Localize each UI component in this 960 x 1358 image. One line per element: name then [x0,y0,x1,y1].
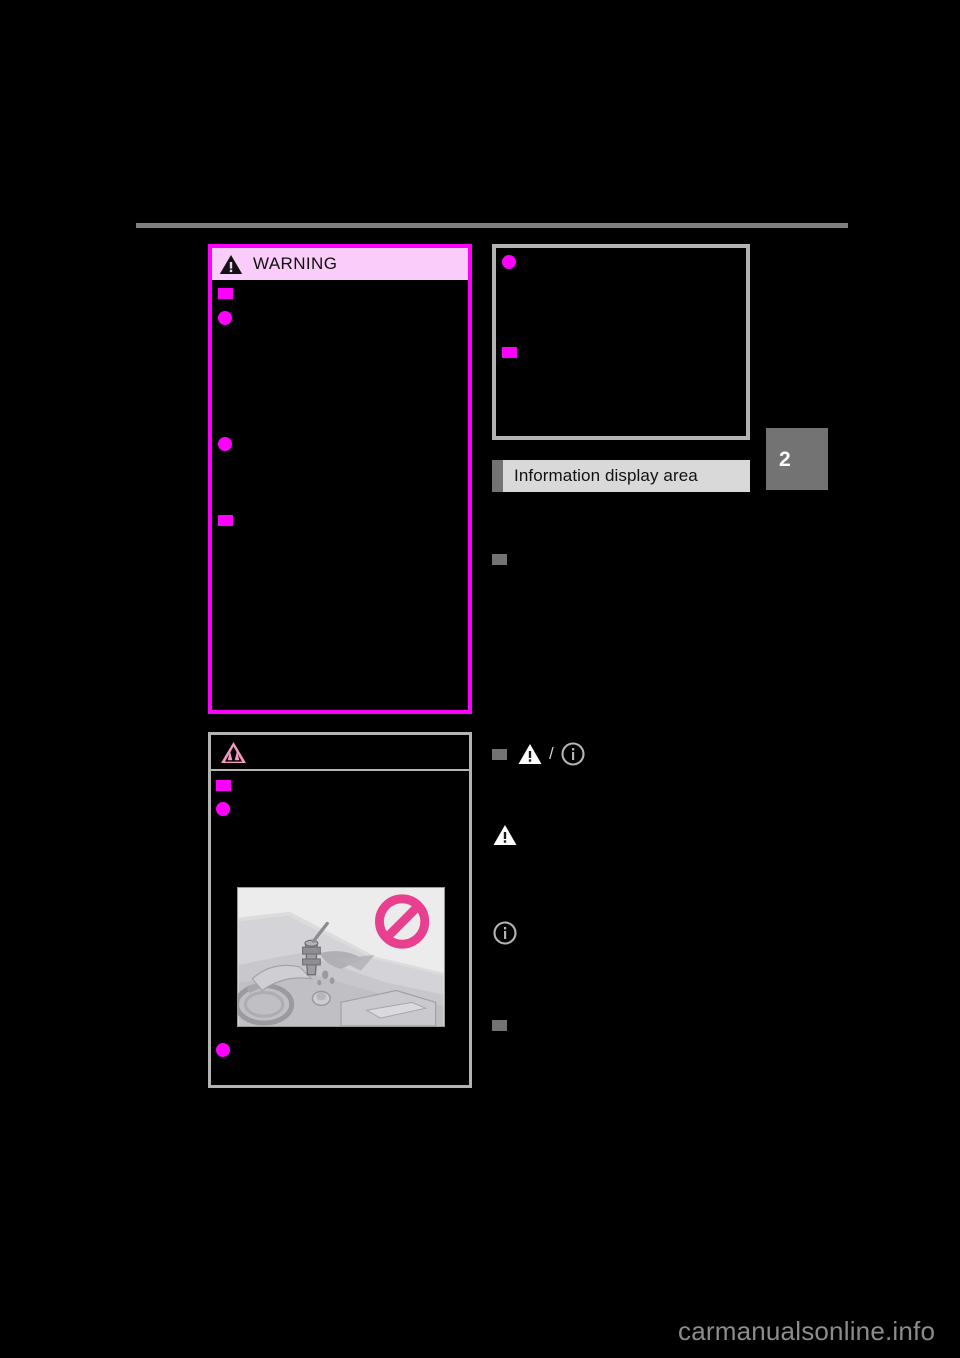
bullet-square-gray [492,748,507,760]
manual-page: WARNING Information display area / 2 car… [0,0,960,1358]
header-rule-right [642,223,848,228]
right-column [492,244,750,440]
spilled-drink-on-dashboard-illustration [237,887,445,1027]
right-top-callout-box [492,244,750,440]
warning-callout-header: WARNING [212,248,468,280]
bullet-square-gray [492,1020,507,1031]
bullet-square [218,515,233,526]
warning-callout-label: WARNING [253,254,338,273]
warning-callout-body [212,280,468,710]
warning-triangle-icon [219,254,243,274]
page-number-tab: 2 [766,428,828,490]
notice-callout-box [208,732,472,1088]
bullet-dot [218,437,232,451]
bullet-dot [502,255,516,269]
site-watermark: carmanualsonline.info [678,1316,936,1346]
info-circle-icon [492,920,518,946]
left-column: WARNING [208,244,472,714]
bullet-square [502,347,517,358]
icon-separator: / [549,744,554,763]
warning-triangle-pink-icon [221,741,246,763]
bullet-dot [218,311,232,325]
icon-legend-row: / [492,741,586,767]
header-rule-left [136,223,642,228]
notice-callout-header [211,735,469,771]
bullet-square [216,780,231,791]
illustration-artwork [238,888,444,1026]
warning-callout-box: WARNING [208,244,472,714]
section-header-tab [492,460,503,492]
warning-triangle-icon [517,741,543,767]
section-header: Information display area [492,460,750,492]
notice-callout-body [211,771,469,1083]
bullet-dot [216,802,230,816]
section-header-bar: Information display area [503,460,750,492]
warning-triangle-icon [492,822,518,848]
bullet-dot [216,1043,230,1057]
bullet-square-gray [492,554,507,565]
section-header-title: Information display area [514,466,698,485]
info-circle-icon [560,741,586,767]
bullet-square [218,288,233,299]
